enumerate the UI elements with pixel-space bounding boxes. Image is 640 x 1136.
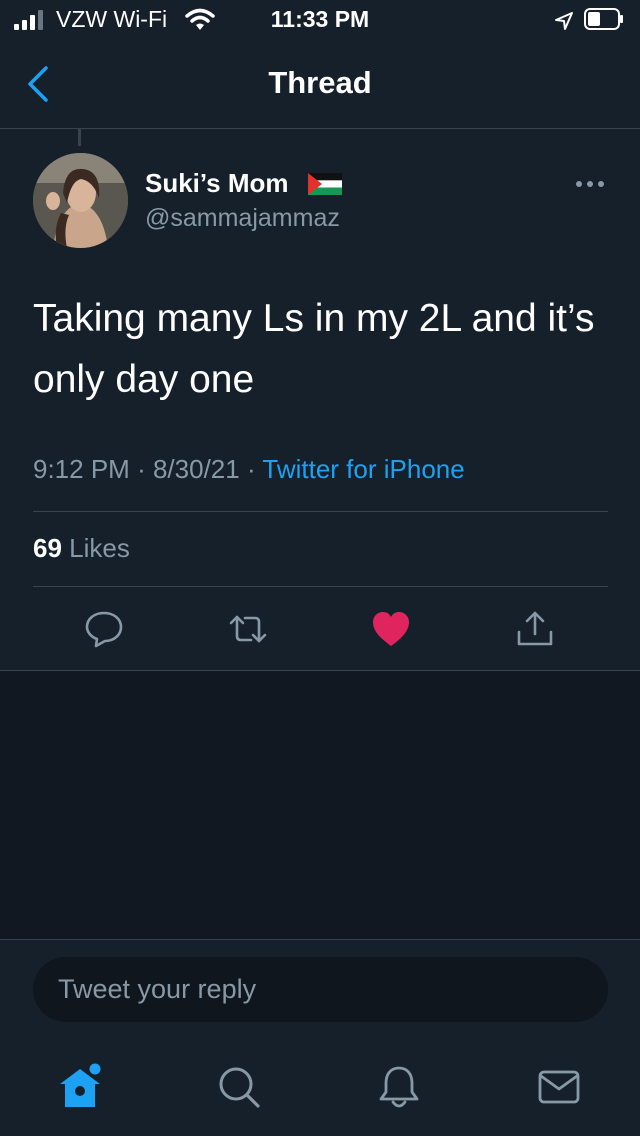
retweet-icon[interactable]: [227, 608, 269, 650]
battery-icon: [584, 8, 623, 30]
notifications-icon[interactable]: [374, 1062, 424, 1112]
tweet-date: 8/30/21: [152, 454, 240, 484]
palestine-flag-icon: [308, 173, 342, 195]
thread-connector: [78, 128, 81, 146]
home-icon[interactable]: [55, 1062, 105, 1112]
like-icon[interactable]: [370, 608, 412, 650]
user-handle[interactable]: @sammajammaz: [145, 204, 340, 233]
search-icon[interactable]: [214, 1062, 264, 1112]
likes-label: Likes: [69, 533, 130, 563]
status-clock: 11:33 PM: [270, 6, 370, 32]
meta-separator: ·: [137, 454, 146, 484]
messages-icon[interactable]: [534, 1062, 584, 1112]
tweet-meta: 9:12 PM · 8/30/21 · Twitter for iPhone: [33, 454, 465, 485]
more-options-icon[interactable]: [575, 180, 605, 188]
divider: [33, 511, 608, 512]
replies-area: [0, 671, 640, 939]
share-icon[interactable]: [514, 608, 556, 650]
status-bar: VZW Wi-Fi 11:33 PM: [0, 0, 640, 40]
nav-header: Thread: [0, 40, 640, 129]
avatar[interactable]: [33, 153, 128, 248]
reply-placeholder: Tweet your reply: [58, 974, 257, 1004]
likes-count: 69: [33, 533, 62, 563]
location-icon: [555, 12, 573, 30]
reply-icon[interactable]: [83, 608, 125, 650]
meta-separator: ·: [246, 454, 256, 484]
page-title: Thread: [268, 65, 372, 100]
divider: [0, 939, 640, 940]
divider: [33, 586, 608, 587]
avatar-image: [33, 153, 128, 248]
tweet-time: 9:12 PM: [33, 454, 130, 484]
tweet-text: Taking many Ls in my 2L and it’s only da…: [33, 297, 595, 401]
likes-stat[interactable]: 69 Likes: [33, 533, 130, 564]
display-name[interactable]: Suki’s Mom: [145, 168, 289, 199]
tweet-source-link[interactable]: Twitter for iPhone: [262, 454, 464, 484]
